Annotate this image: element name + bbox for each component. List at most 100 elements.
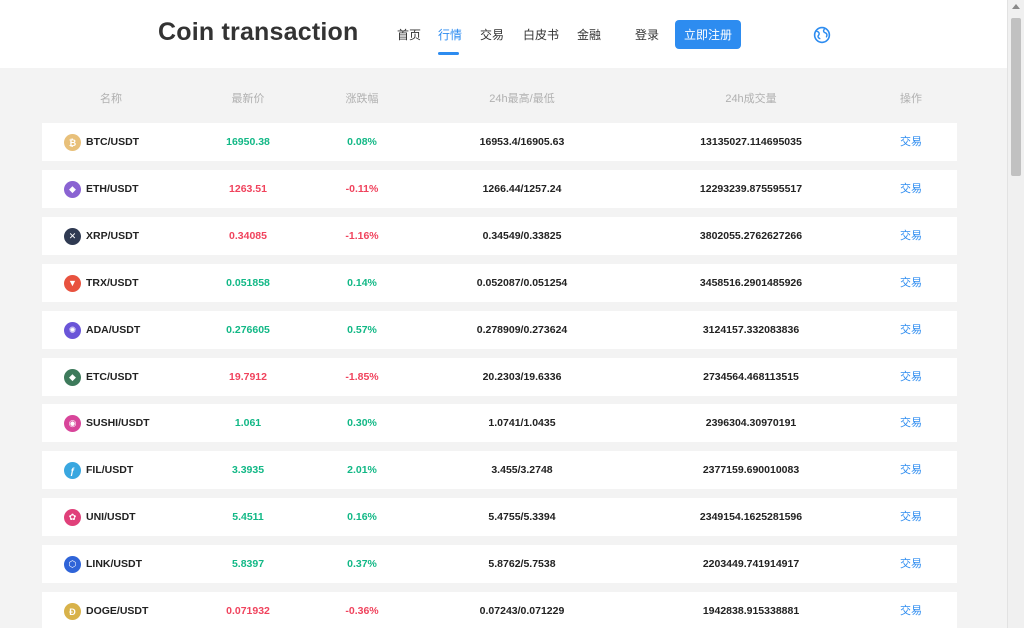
- globe-icon[interactable]: [813, 26, 831, 44]
- col-header-change: 涨跌幅: [345, 93, 379, 105]
- register-button[interactable]: 立即注册: [675, 20, 741, 49]
- trade-link[interactable]: 交易: [900, 264, 922, 302]
- high-low-24h: 0.278909/0.273624: [476, 323, 568, 336]
- latest-price: 0.34085: [229, 229, 267, 242]
- volume-24h: 13135027.114695035: [700, 136, 802, 148]
- high-low-24h: 20.2303/19.6336: [482, 370, 562, 383]
- latest-price: 0.276605: [226, 323, 270, 336]
- uni-icon: ✿: [64, 509, 81, 527]
- nav-item-market[interactable]: 行情: [438, 26, 462, 43]
- top-header: Coin transaction 首页 行情 交易 白皮书 金融 登录 立即注册: [0, 0, 1007, 68]
- latest-price: 0.071932: [226, 605, 270, 617]
- latest-price: 1263.51: [229, 182, 267, 195]
- trade-link[interactable]: 交易: [900, 170, 922, 208]
- change-percent: 0.30%: [347, 417, 377, 430]
- pair-name: BTC/USDT: [86, 136, 140, 148]
- nav-item-finance[interactable]: 金融: [577, 26, 601, 43]
- latest-price: 16950.38: [226, 136, 270, 148]
- high-low-24h: 16953.4/16905.63: [479, 136, 565, 148]
- high-low-24h: 5.4755/5.3394: [488, 511, 556, 524]
- active-nav-indicator: [438, 52, 459, 55]
- change-percent: -0.11%: [345, 182, 379, 195]
- trade-link[interactable]: 交易: [900, 451, 922, 489]
- scroll-up-arrow-icon[interactable]: [1012, 4, 1020, 9]
- col-header-action: 操作: [900, 93, 922, 105]
- trade-link[interactable]: 交易: [900, 358, 922, 396]
- volume-24h: 2377159.690010083: [702, 464, 800, 477]
- high-low-24h: 1266.44/1257.24: [482, 182, 562, 195]
- change-percent: 0.57%: [347, 323, 377, 336]
- table-row[interactable]: ◉ SUSHI/USDT 1.061 0.30% 1.0741/1.0435 239630…: [42, 404, 957, 443]
- high-low-24h: 5.8762/5.7538: [488, 558, 556, 571]
- change-percent: 0.08%: [347, 136, 377, 148]
- high-low-24h: 0.07243/0.071229: [479, 605, 565, 617]
- brand-logo-text[interactable]: Coin transaction: [158, 18, 358, 47]
- nav-item-trade[interactable]: 交易: [480, 26, 504, 43]
- pair-name: XRP/USDT: [86, 229, 140, 242]
- latest-price: 0.051858: [226, 276, 270, 289]
- table-row[interactable]: ✺ ADA/USDT 0.276605 0.57% 0.278909/0.273624 3…: [42, 310, 957, 349]
- change-percent: 0.16%: [347, 511, 377, 524]
- latest-price: 19.7912: [229, 370, 267, 383]
- scroll-thumb[interactable]: [1011, 18, 1021, 176]
- doge-icon: Ð: [64, 603, 81, 620]
- high-low-24h: 3.455/3.2748: [491, 464, 553, 477]
- pair-name: UNI/USDT: [86, 511, 136, 524]
- pair-name: ETC/USDT: [86, 370, 139, 383]
- table-row[interactable]: ◆ ETH/USDT 1263.51 -0.11% 1266.44/1257.24 122…: [42, 169, 957, 208]
- link-icon: ⬡: [64, 556, 81, 574]
- table-header: 名称 最新价 涨跌幅 24h最高/最低 24h成交量 操作: [42, 90, 957, 106]
- trx-icon: ▼: [64, 274, 81, 292]
- table-row[interactable]: ✿ UNI/USDT 5.4511 0.16% 5.4755/5.3394 2349154…: [42, 498, 957, 537]
- table-row[interactable]: ⬡ LINK/USDT 5.8397 0.37% 5.8762/5.7538 220344…: [42, 545, 957, 584]
- high-low-24h: 0.052087/0.051254: [476, 276, 568, 289]
- etc-icon: ◆: [64, 368, 81, 386]
- table-row[interactable]: ƒ FIL/USDT 3.3935 2.01% 3.455/3.2748 2377159.…: [42, 451, 957, 490]
- change-percent: 2.01%: [347, 464, 377, 477]
- volume-24h: 2396304.30970191: [705, 417, 797, 430]
- table-row[interactable]: ▼ TRX/USDT 0.051858 0.14% 0.052087/0.051254 3…: [42, 263, 957, 302]
- trade-link[interactable]: 交易: [900, 498, 922, 536]
- change-percent: 0.37%: [347, 558, 377, 571]
- latest-price: 1.061: [234, 417, 262, 430]
- change-percent: -1.85%: [345, 370, 379, 383]
- pair-name: ADA/USDT: [86, 323, 141, 336]
- col-header-price: 最新价: [231, 93, 265, 105]
- trade-link[interactable]: 交易: [900, 404, 922, 442]
- btc-icon: ₿: [64, 134, 81, 151]
- latest-price: 5.8397: [231, 558, 265, 571]
- pair-name: ETH/USDT: [86, 182, 139, 195]
- col-header-volume: 24h成交量: [725, 93, 777, 105]
- col-header-high-low: 24h最高/最低: [489, 93, 555, 105]
- trade-link[interactable]: 交易: [900, 311, 922, 349]
- high-low-24h: 0.34549/0.33825: [482, 229, 562, 242]
- table-row[interactable]: Ð DOGE/USDT 0.071932 -0.36% 0.07243/0.071229…: [42, 592, 957, 628]
- table-row[interactable]: ₿ BTC/USDT 16950.38 0.08% 16953.4/16905.63 13…: [42, 123, 957, 161]
- latest-price: 3.3935: [231, 464, 265, 477]
- change-percent: 0.14%: [347, 276, 377, 289]
- pair-name: SUSHI/USDT: [86, 417, 150, 430]
- volume-24h: 3124157.332083836: [702, 323, 800, 336]
- high-low-24h: 1.0741/1.0435: [488, 417, 556, 430]
- volume-24h: 2734564.468113515: [703, 370, 799, 383]
- trade-link[interactable]: 交易: [900, 592, 922, 628]
- fil-icon: ƒ: [64, 462, 81, 480]
- ada-icon: ✺: [64, 321, 81, 339]
- page-scrollbar[interactable]: [1007, 0, 1024, 628]
- table-row[interactable]: ◆ ETC/USDT 19.7912 -1.85% 20.2303/19.6336 273…: [42, 357, 957, 396]
- volume-24h: 2203449.741914917: [702, 558, 800, 571]
- trade-link[interactable]: 交易: [900, 123, 922, 161]
- volume-24h: 3802055.2762627266: [699, 229, 803, 242]
- volume-24h: 1942838.915338881: [702, 605, 800, 617]
- sushi-icon: ◉: [64, 415, 81, 433]
- eth-icon: ◆: [64, 180, 81, 198]
- trade-link[interactable]: 交易: [900, 217, 922, 255]
- pair-name: TRX/USDT: [86, 276, 139, 289]
- nav-item-home[interactable]: 首页: [397, 26, 421, 43]
- login-link[interactable]: 登录: [635, 26, 659, 43]
- col-header-name: 名称: [100, 93, 122, 105]
- trade-link[interactable]: 交易: [900, 545, 922, 583]
- nav-item-whitepaper[interactable]: 白皮书: [523, 26, 559, 43]
- table-row[interactable]: ✕ XRP/USDT 0.34085 -1.16% 0.34549/0.33825 380…: [42, 216, 957, 255]
- change-percent: -0.36%: [345, 605, 379, 617]
